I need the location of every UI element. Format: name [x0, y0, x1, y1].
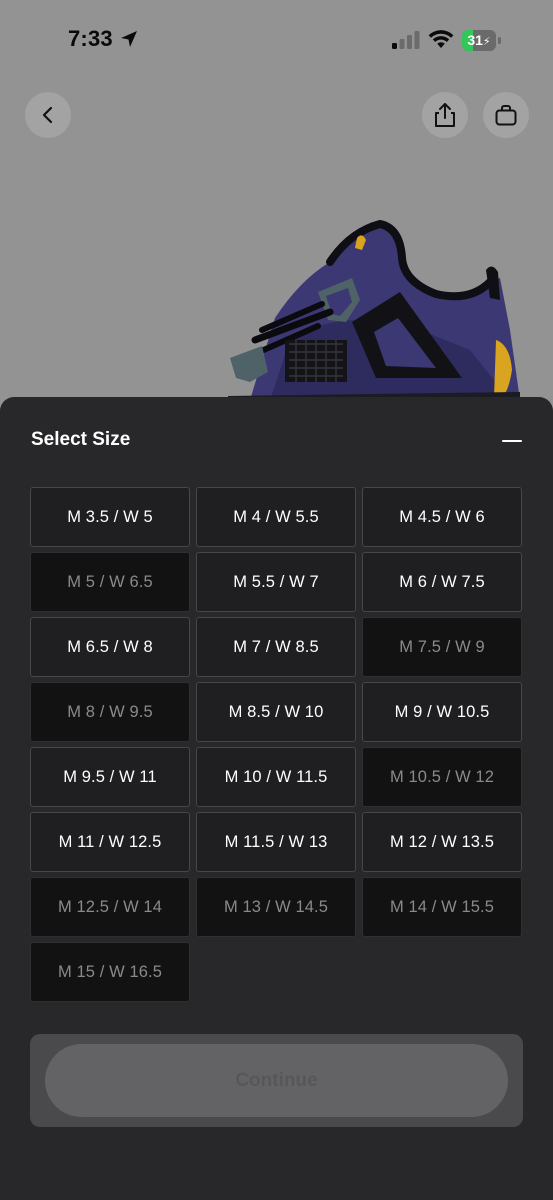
sheet-title: Select Size [31, 429, 131, 450]
size-option[interactable]: M 15 / W 16.5 [30, 942, 190, 1002]
product-image [228, 219, 520, 400]
minus-icon[interactable] [500, 429, 524, 453]
size-option[interactable]: M 6 / W 7.5 [362, 552, 522, 612]
size-option[interactable]: M 8 / W 9.5 [30, 682, 190, 742]
battery-percent: 31⚡ [467, 32, 491, 48]
size-option[interactable]: M 8.5 / W 10 [196, 682, 356, 742]
size-grid: M 3.5 / W 5M 4 / W 5.5 M 4.5 / W 6 M 5 / W… [30, 487, 523, 1002]
status-bar: 7:33 31⚡ [0, 0, 553, 80]
size-option[interactable]: M 12 / W 13.5 [362, 812, 522, 872]
back-button[interactable] [25, 92, 71, 138]
size-option[interactable]: M 9 / W 10.5 [362, 682, 522, 742]
size-option[interactable]: M 3.5 / W 5 [30, 487, 190, 547]
size-selection-sheet: Select Size M 3.5 / W 5M 4 / W 5.5 M 4.5 … [0, 397, 553, 1200]
battery-charging-icon: 31⚡ [462, 30, 502, 51]
size-option[interactable]: M 4.5 / W 6 [362, 487, 522, 547]
wifi-icon [428, 30, 454, 48]
chevron-left-icon [42, 106, 53, 124]
continue-button[interactable]: Continue [45, 1044, 508, 1117]
size-option[interactable]: M 7.5 / W 9 [362, 617, 522, 677]
size-option[interactable]: M 14 / W 15.5 [362, 877, 522, 937]
location-arrow-icon [121, 31, 137, 47]
size-option[interactable]: M 5.5 / W 7 [196, 552, 356, 612]
size-option[interactable]: M 7 / W 8.5 [196, 617, 356, 677]
size-option[interactable]: M 4 / W 5.5 [196, 487, 356, 547]
size-option[interactable]: M 6.5 / W 8 [30, 617, 190, 677]
battery-body: 31⚡ [462, 30, 496, 51]
size-option[interactable]: M 10.5 / W 12 [362, 747, 522, 807]
size-option[interactable]: M 10 / W 11.5 [196, 747, 356, 807]
status-time: 7:33 [68, 26, 113, 51]
size-option[interactable]: M 12.5 / W 14 [30, 877, 190, 937]
shopping-bag-icon [495, 105, 517, 126]
product-size-screen: 7:33 31⚡ Select Size M 3.5 / W 5 M 4 / W… [0, 0, 553, 1200]
share-button[interactable] [422, 92, 468, 138]
size-option[interactable]: M 13 / W 14.5 [196, 877, 356, 937]
size-option[interactable]: M 11 / W 12.5 [30, 812, 190, 872]
size-option[interactable]: M 5 / W 6.5 [30, 552, 190, 612]
cellular-signal-icon [392, 31, 420, 49]
battery-cap [498, 37, 501, 44]
share-icon [435, 103, 455, 127]
size-option[interactable]: M 11.5 / W 13 [196, 812, 356, 872]
bag-button[interactable] [483, 92, 529, 138]
continue-container: Continue [30, 1034, 523, 1127]
size-option[interactable]: M 9.5 / W 11 [30, 747, 190, 807]
